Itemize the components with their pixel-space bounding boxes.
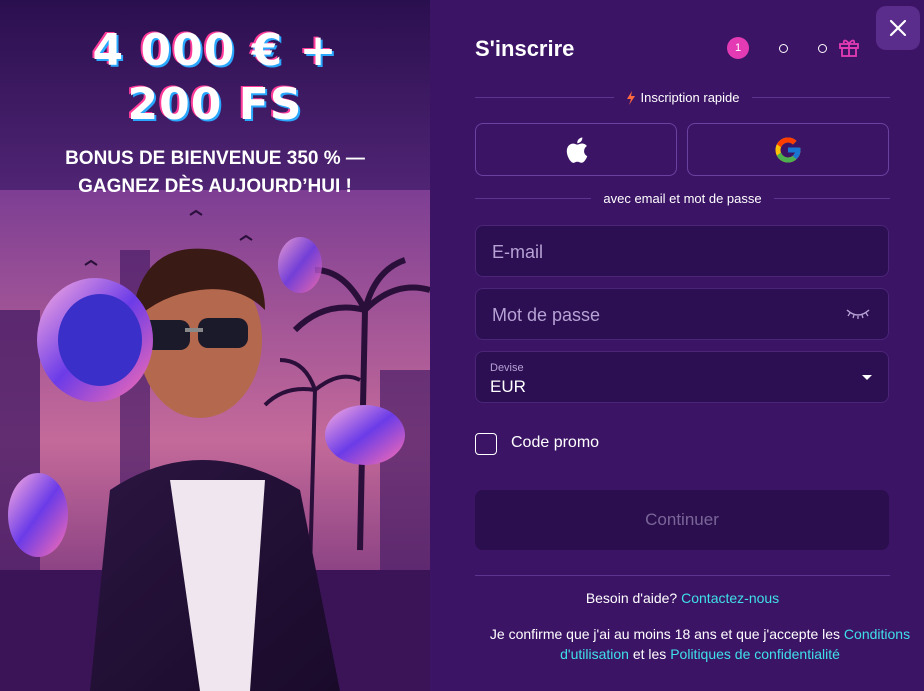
divider-line [751, 97, 890, 98]
privacy-policy-link[interactable]: Politiques de confidentialité [670, 646, 840, 662]
currency-value: EUR [490, 377, 526, 396]
terms-prefix: Je confirme que j'ai au moins 18 ans et … [489, 626, 841, 642]
email-field-container [475, 225, 889, 278]
apple-signin-button[interactable] [475, 123, 677, 176]
step-indicator: 1 [727, 37, 827, 59]
terms-middle: et les [632, 646, 667, 662]
eye-closed-icon[interactable] [846, 308, 870, 320]
currency-label: Devise [490, 362, 524, 374]
password-field-container [475, 288, 889, 341]
close-icon [889, 19, 907, 37]
email-signup-divider: avec email et mot de passe [475, 191, 890, 206]
subtitle-line-2: GAGNEZ DÈS AUJOURD’HUI ! [78, 176, 352, 197]
promo-banner: 4 000 € + 200 FS BONUS DE BIENVENUE 350 … [0, 0, 430, 691]
divider-line [475, 97, 614, 98]
step-1-badge: 1 [727, 37, 749, 59]
quick-signup-label: Inscription rapide [640, 90, 740, 105]
page-title: S'inscrire [475, 36, 575, 61]
bonus-amount-headline: 4 000 € + [92, 25, 338, 76]
subtitle-line-1: BONUS DE BIENVENUE 350 % — [65, 148, 365, 169]
close-button[interactable] [876, 6, 920, 50]
email-signup-label: avec email et mot de passe [603, 191, 762, 206]
currency-select[interactable]: Devise EUR [475, 351, 889, 403]
google-signin-button[interactable] [687, 123, 889, 176]
step-2-dot [779, 43, 788, 53]
quick-signup-divider: Inscription rapide [475, 90, 890, 105]
divider-line [475, 198, 592, 199]
divider-line [773, 198, 890, 199]
bonus-subtitle: BONUS DE BIENVENUE 350 % — GAGNEZ DÈS AU… [0, 145, 430, 201]
promo-code-checkbox[interactable] [475, 433, 497, 455]
google-icon [775, 137, 801, 162]
help-text: Besoin d'aide? Contactez-nous [475, 590, 890, 606]
gift-icon [839, 39, 859, 57]
password-input[interactable] [490, 289, 834, 341]
step-3-dot [818, 43, 827, 53]
apple-icon [566, 136, 588, 163]
promo-illustration [0, 190, 430, 691]
free-spins-headline: 200 FS [127, 79, 303, 130]
email-input[interactable] [490, 226, 834, 278]
terms-text: Je confirme que j'ai au moins 18 ans et … [475, 624, 924, 664]
chevron-down-icon [862, 375, 872, 380]
help-question: Besoin d'aide? [585, 590, 678, 606]
lightning-icon [626, 90, 635, 105]
contact-us-link[interactable]: Contactez-nous [681, 590, 779, 606]
promo-code-label[interactable]: Code promo [511, 434, 599, 452]
continue-button[interactable]: Continuer [475, 490, 889, 550]
footer-divider [475, 575, 890, 576]
